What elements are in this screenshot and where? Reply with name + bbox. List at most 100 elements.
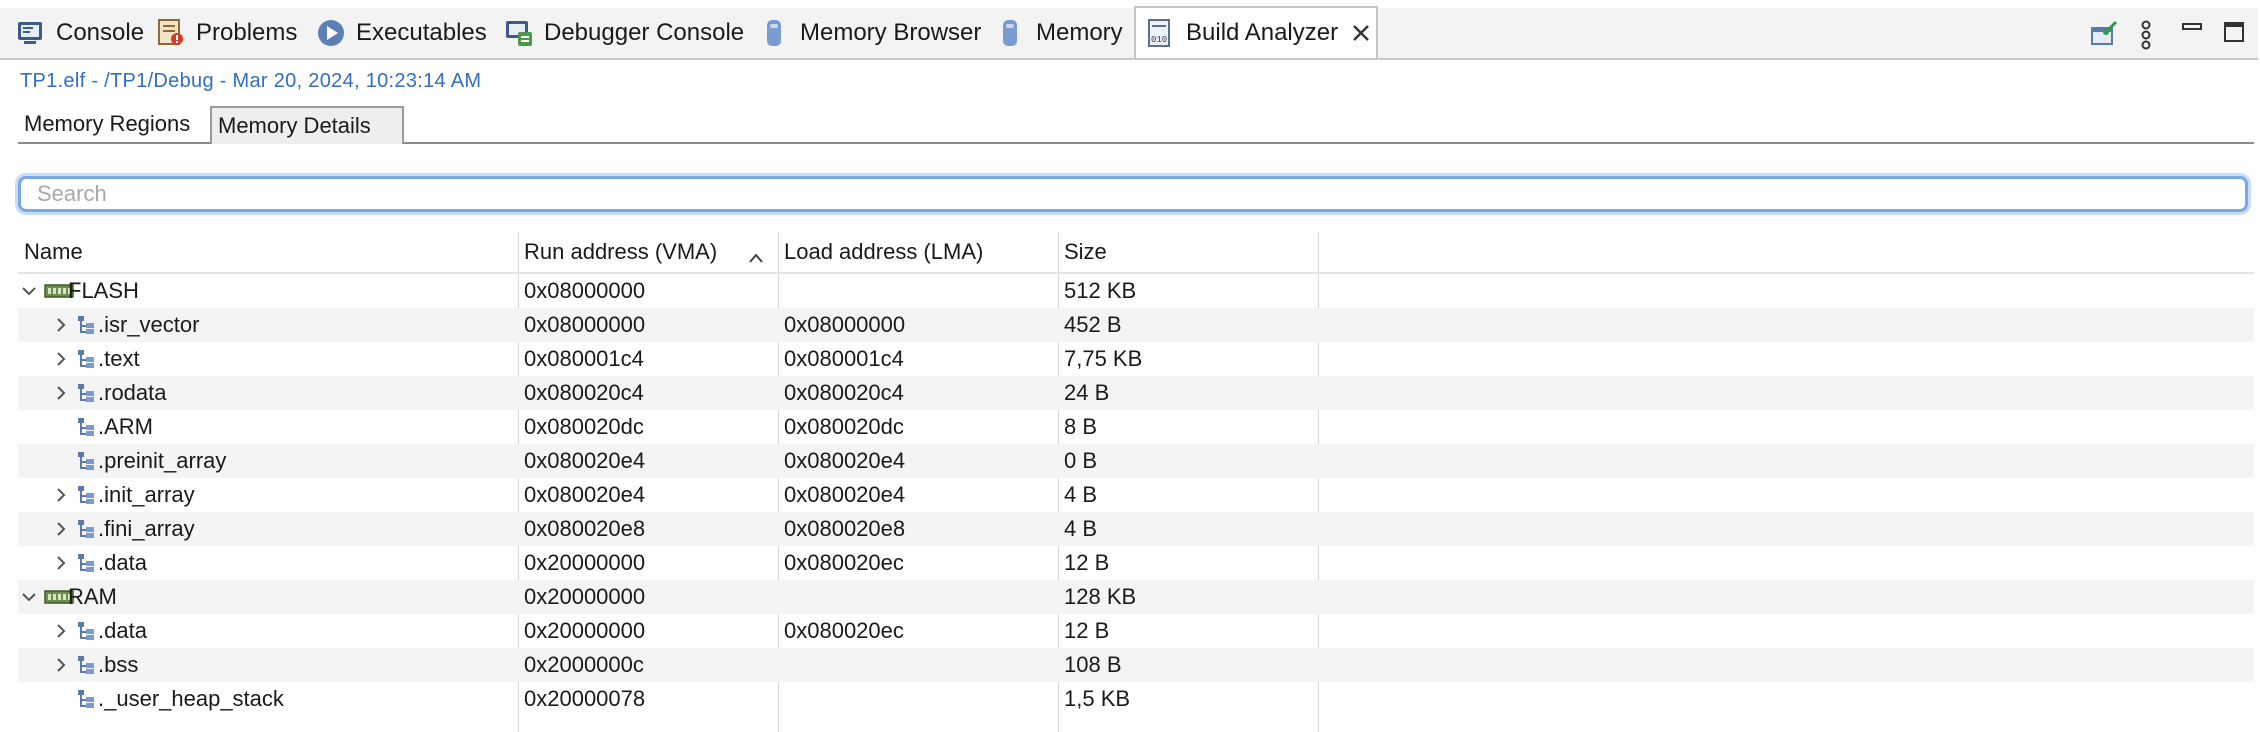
minimize-icon[interactable]: [2180, 20, 2206, 46]
tab-label: Debugger Console: [544, 19, 745, 46]
build-info-title: TP1.elf - /TP1/Debug - Mar 20, 2024, 10:…: [20, 70, 482, 92]
view-menu-icon[interactable]: [2136, 20, 2162, 50]
cell-name: .ARM: [98, 414, 153, 439]
column-header-name[interactable]: Name: [18, 232, 518, 272]
cell-size: 7,75 KB: [1064, 346, 1143, 371]
maximize-icon[interactable]: [2222, 20, 2248, 46]
tab-executables[interactable]: Executables: [316, 8, 487, 58]
debugger-console-icon: [504, 18, 534, 48]
chevron-right-icon[interactable]: [50, 342, 72, 376]
close-icon[interactable]: [1352, 24, 1370, 42]
chevron-right-icon[interactable]: [50, 308, 72, 342]
chevron-down-icon[interactable]: [18, 274, 40, 308]
pin-icon[interactable]: [2090, 20, 2118, 46]
cell-run-address: 0x080001c4: [524, 346, 644, 371]
cell-load-address: 0x080020e4: [784, 482, 906, 507]
chevron-down-icon[interactable]: [18, 580, 40, 614]
view-tab-bar: Console Problems Executables Debugger Co…: [0, 6, 2258, 60]
executables-icon: [316, 18, 346, 48]
section-icon: [76, 655, 96, 675]
table-row[interactable]: .bss 0x2000000c 108 B: [18, 648, 2254, 682]
table-row[interactable]: FLASH 0x08000000 512 KB: [18, 274, 2254, 308]
cell-name: .preinit_array: [98, 448, 227, 473]
memory-browser-icon: [760, 18, 790, 48]
cell-name: .init_array: [98, 482, 195, 507]
cell-run-address: 0x2000000c: [524, 652, 644, 677]
cell-size: 0 B: [1064, 448, 1098, 473]
chevron-right-icon[interactable]: [50, 478, 72, 512]
cell-run-address: 0x20000000: [524, 618, 646, 643]
cell-size: 12 B: [1064, 618, 1110, 643]
cell-run-address: 0x080020e4: [524, 482, 646, 507]
tab-build-analyzer[interactable]: 010 Build Analyzer: [1134, 6, 1378, 58]
table-body: FLASH 0x08000000 512 KB .isr_vector 0x080000…: [18, 274, 2254, 716]
cell-name: .rodata: [98, 380, 167, 405]
tab-memory-browser[interactable]: Memory Browser: [760, 8, 981, 58]
tab-problems[interactable]: Problems: [156, 8, 297, 58]
cell-name: .bss: [98, 652, 139, 677]
tab-label: Memory Regions: [24, 111, 191, 136]
column-header-load-address[interactable]: Load address (LMA): [778, 232, 1058, 272]
build-analyzer-icon: 010: [1146, 18, 1176, 48]
table-row[interactable]: ._user_heap_stack 0x20000078 1,5 KB: [18, 682, 2254, 716]
sort-ascending-icon: [748, 244, 764, 270]
chevron-right-icon[interactable]: [50, 512, 72, 546]
cell-name: .data: [98, 618, 147, 643]
tab-label: Executables: [356, 19, 487, 46]
table-row[interactable]: .ARM 0x080020dc 0x080020dc 8 B: [18, 410, 2254, 444]
chevron-right-icon[interactable]: [50, 546, 72, 580]
cell-size: 8 B: [1064, 414, 1098, 439]
tab-memory-details[interactable]: Memory Details: [210, 106, 404, 144]
cell-load-address: 0x080020c4: [784, 380, 904, 405]
table-row[interactable]: .data 0x20000000 0x080020ec 12 B: [18, 546, 2254, 580]
tab-memory[interactable]: Memory: [996, 8, 1123, 58]
table-row[interactable]: .isr_vector 0x08000000 0x08000000 452 B: [18, 308, 2254, 342]
table-row[interactable]: RAM 0x20000000 128 KB: [18, 580, 2254, 614]
cell-load-address: [778, 648, 784, 682]
tab-label: Memory: [1036, 19, 1123, 46]
cell-size: 12 B: [1064, 550, 1110, 575]
console-icon: [16, 18, 46, 48]
table-row[interactable]: .fini_array 0x080020e8 0x080020e8 4 B: [18, 512, 2254, 546]
cell-name: .text: [98, 346, 140, 371]
chevron-right-icon[interactable]: [50, 614, 72, 648]
search-input[interactable]: [18, 176, 2248, 212]
cell-size: 24 B: [1064, 380, 1110, 405]
problems-icon: [156, 18, 186, 48]
cell-run-address: 0x20000000: [524, 550, 646, 575]
cell-name: .fini_array: [98, 516, 195, 541]
table-row[interactable]: .preinit_array 0x080020e4 0x080020e4 0 B: [18, 444, 2254, 478]
cell-load-address: 0x080020ec: [784, 550, 904, 575]
cell-name: .isr_vector: [98, 312, 200, 337]
cell-size: 452 B: [1064, 312, 1122, 337]
table-row[interactable]: .text 0x080001c4 0x080001c4 7,75 KB: [18, 342, 2254, 376]
cell-name: ._user_heap_stack: [98, 686, 284, 711]
cell-size: 128 KB: [1064, 584, 1137, 609]
cell-size: 1,5 KB: [1064, 686, 1131, 711]
cell-size: 4 B: [1064, 516, 1098, 541]
cell-run-address: 0x080020e8: [524, 516, 646, 541]
tab-memory-regions[interactable]: Memory Regions: [18, 106, 208, 142]
table-row[interactable]: .init_array 0x080020e4 0x080020e4 4 B: [18, 478, 2254, 512]
tab-debugger-console[interactable]: Debugger Console: [504, 8, 744, 58]
cell-load-address: [778, 274, 784, 308]
chevron-right-icon[interactable]: [50, 648, 72, 682]
cell-run-address: 0x080020c4: [524, 380, 644, 405]
cell-run-address: 0x20000078: [524, 686, 646, 711]
cell-name: RAM: [68, 584, 117, 609]
memory-icon: [996, 18, 1026, 48]
section-icon: [76, 451, 96, 471]
table-row[interactable]: .data 0x20000000 0x080020ec 12 B: [18, 614, 2254, 648]
tab-label: Console: [56, 19, 145, 46]
cell-run-address: 0x080020dc: [524, 414, 644, 439]
column-header-run-address[interactable]: Run address (VMA): [518, 232, 778, 272]
table-row[interactable]: .rodata 0x080020c4 0x080020c4 24 B: [18, 376, 2254, 410]
chevron-right-icon[interactable]: [50, 376, 72, 410]
cell-name: .data: [98, 550, 147, 575]
cell-name: FLASH: [68, 278, 139, 303]
column-header-size[interactable]: Size: [1058, 232, 1318, 272]
cell-load-address: 0x080020e8: [784, 516, 906, 541]
tab-console[interactable]: Console: [16, 8, 144, 58]
table-header: Name Run address (VMA) Load address (LMA…: [18, 232, 2254, 274]
cell-run-address: 0x08000000: [524, 278, 646, 303]
